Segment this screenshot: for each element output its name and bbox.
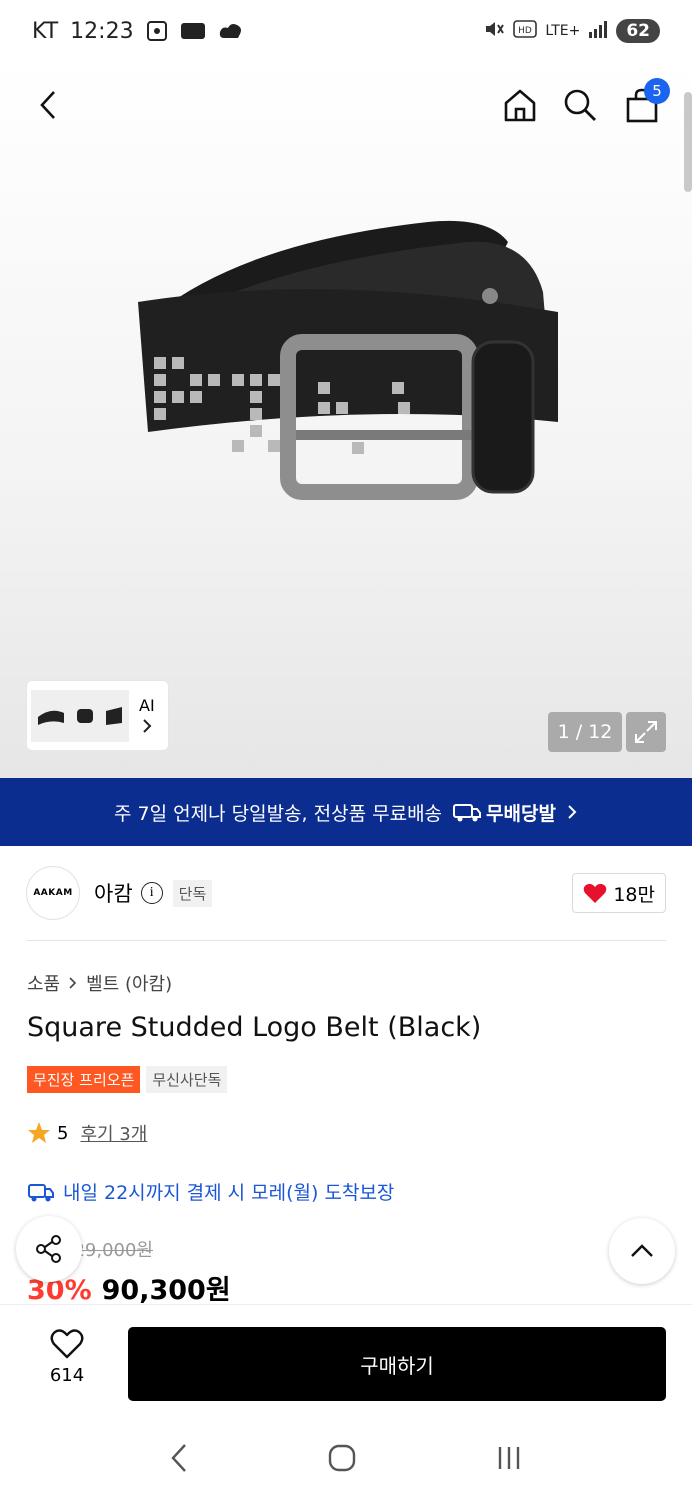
ai-more[interactable]: AI xyxy=(139,696,155,735)
banner-tag: 무배당발 xyxy=(452,799,556,826)
buy-button[interactable]: 구매하기 xyxy=(128,1327,666,1401)
home-button[interactable] xyxy=(498,80,542,130)
cloud-icon xyxy=(218,20,244,42)
brand-like-count: 18만 xyxy=(613,883,655,906)
product-tags: 무진장 프리오픈 무신사단독 xyxy=(27,1066,228,1093)
ai-label: AI xyxy=(139,696,155,715)
exclusive-tag: 무신사단독 xyxy=(146,1066,228,1093)
fullscreen-button[interactable] xyxy=(626,712,666,752)
wishlist-button[interactable]: 614 xyxy=(44,1329,90,1386)
svg-text:HD: HD xyxy=(518,26,532,36)
exclusive-tag: 단독 xyxy=(172,879,213,907)
brand-logo[interactable]: AAKAM xyxy=(26,866,80,920)
system-back-button[interactable] xyxy=(168,1442,190,1478)
promo-tag: 무진장 프리오픈 xyxy=(27,1066,141,1093)
delivery-text: 내일 22시까지 결제 시 모레(월) 도착보장 xyxy=(63,1182,395,1204)
rating-row: 5 후기 3개 xyxy=(27,1120,147,1146)
product-title: Square Studded Logo Belt (Black) xyxy=(27,1012,482,1043)
breadcrumb-item[interactable]: 벨트 (아캄) xyxy=(86,970,172,996)
chevron-right-icon xyxy=(69,977,77,989)
hd-icon: HD xyxy=(513,19,538,43)
chevron-left-icon xyxy=(40,91,55,119)
scroll-top-button[interactable] xyxy=(609,1218,675,1284)
mute-icon xyxy=(483,18,505,44)
brand-name[interactable]: 아캄 xyxy=(94,878,133,908)
cart-button[interactable]: 5 xyxy=(620,78,670,130)
banner-text: 주 7일 언제나 당일발송, 전상품 무료배송 xyxy=(114,802,443,825)
thumbnail-images xyxy=(31,689,129,742)
delivery-guarantee[interactable]: 내일 22시까지 결제 시 모레(월) 도착보장 xyxy=(27,1178,394,1205)
heart-icon xyxy=(50,1329,84,1359)
product-gallery[interactable]: 5 AI 1 / 12 xyxy=(0,62,692,778)
wishlist-count: 614 xyxy=(49,1365,85,1386)
brand-row: AAKAM 아캄 i 단독 18만 xyxy=(26,862,666,924)
home-icon xyxy=(504,89,536,122)
product-image xyxy=(138,220,558,500)
search-icon xyxy=(564,89,596,121)
delivery-truck-icon xyxy=(453,804,482,822)
system-nav-bar xyxy=(0,1420,692,1500)
share-icon xyxy=(36,1235,61,1263)
breadcrumb: 소품 벨트 (아캄) xyxy=(27,970,172,996)
review-link[interactable]: 후기 3개 xyxy=(80,1120,147,1146)
info-icon[interactable]: i xyxy=(140,882,163,904)
system-recents-button[interactable] xyxy=(494,1443,524,1477)
signal-icon xyxy=(588,19,608,43)
heart-filled-icon xyxy=(584,883,607,903)
status-bar: KT 12:23 HD LTE+ 62 xyxy=(0,0,692,62)
home-circle-icon xyxy=(328,1444,356,1472)
breadcrumb-item[interactable]: 소품 xyxy=(27,970,60,996)
cart-count-badge: 5 xyxy=(644,78,670,104)
chevron-right-icon xyxy=(568,805,577,819)
image-counter: 1 / 12 xyxy=(548,712,622,752)
screenshot-icon xyxy=(146,20,168,42)
network-label: LTE+ xyxy=(545,23,581,39)
banner-tag-label: 무배당발 xyxy=(486,802,556,825)
clock: 12:23 xyxy=(70,18,134,44)
brand-like-button[interactable]: 18만 xyxy=(572,873,666,913)
chevron-right-icon xyxy=(143,719,152,733)
webtoon-icon xyxy=(180,20,206,42)
share-button[interactable] xyxy=(16,1216,82,1282)
sale-price: 90,300원 xyxy=(101,1275,231,1306)
carrier-label: KT xyxy=(32,18,59,44)
delivery-truck-icon xyxy=(28,1183,54,1201)
chevron-left-icon xyxy=(171,1444,187,1472)
recents-icon xyxy=(498,1447,519,1469)
battery-indicator: 62 xyxy=(616,19,660,43)
scroll-indicator xyxy=(684,92,692,192)
back-button[interactable] xyxy=(26,80,70,130)
system-home-button[interactable] xyxy=(327,1443,357,1477)
expand-icon xyxy=(635,721,657,743)
ai-thumbnail-strip[interactable]: AI xyxy=(26,680,169,751)
star-icon xyxy=(28,1122,50,1143)
rating-value: 5 xyxy=(57,1122,69,1144)
buy-bar: 614 구매하기 xyxy=(0,1304,692,1420)
top-nav: 5 xyxy=(0,62,692,150)
search-button[interactable] xyxy=(558,80,602,130)
chevron-up-icon xyxy=(631,1244,653,1257)
free-shipping-banner[interactable]: 주 7일 언제나 당일발송, 전상품 무료배송 무배당발 xyxy=(0,778,692,846)
divider xyxy=(26,940,666,941)
